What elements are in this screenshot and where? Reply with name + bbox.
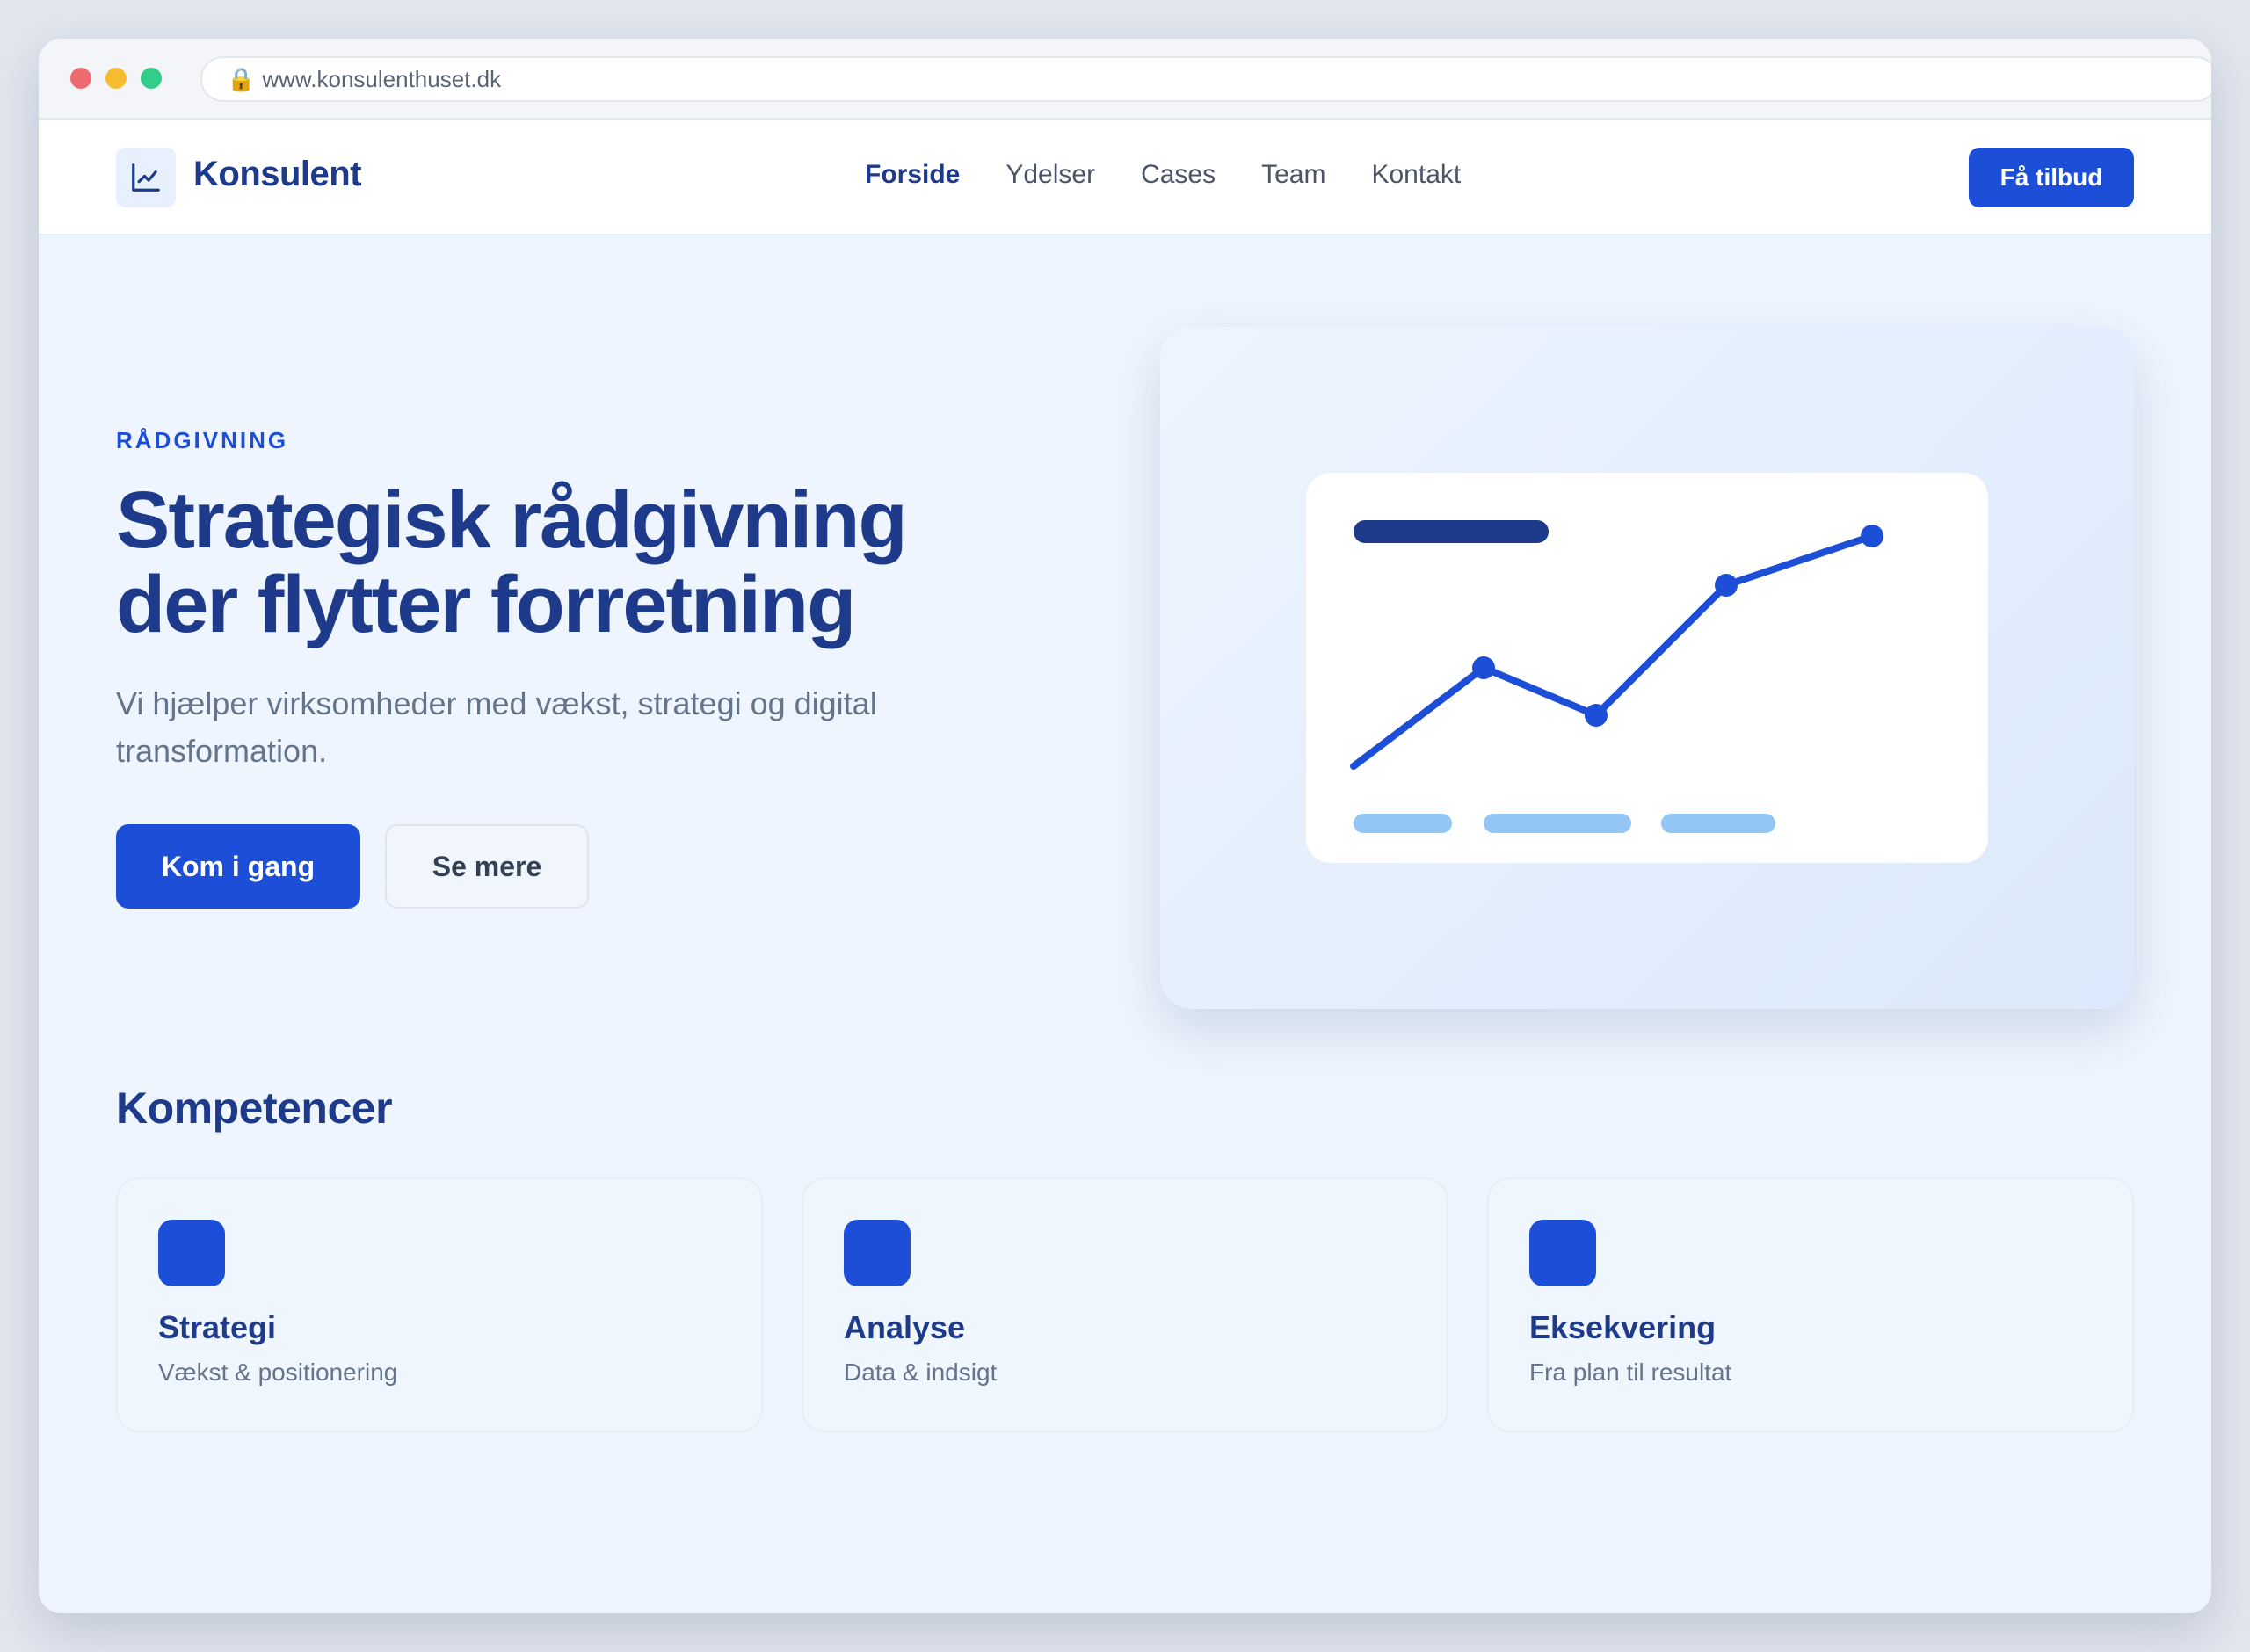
nav-link-kontakt[interactable]: Kontakt (1371, 160, 1461, 190)
brand-name[interactable]: Konsulent (193, 155, 362, 194)
card-title: Strategi (158, 1309, 277, 1345)
illustration-placeholder-bar (1661, 814, 1775, 833)
section-title: Kompetencer (116, 1083, 393, 1133)
nav-link-cases[interactable]: Cases (1141, 160, 1216, 190)
get-quote-button[interactable]: Få tilbud (1969, 148, 2134, 207)
illustration-chart (1350, 520, 1883, 833)
browser-chrome: 🔒 www.konsulenthuset.dk (39, 39, 2211, 120)
illustration-title-bar (1354, 520, 1549, 543)
competence-card-analyse[interactable]: Analyse Data & indsigt (802, 1177, 1448, 1432)
card-description: Data & indsigt (844, 1359, 998, 1386)
hero-subtitle: Vi hjælper virksomheder med vækst, strat… (116, 685, 877, 769)
analysis-icon (844, 1220, 911, 1286)
line-chart-icon (132, 163, 160, 192)
minimize-window-button[interactable] (105, 68, 127, 89)
card-description: Fra plan til resultat (1529, 1359, 1732, 1386)
nav-link-ydelser[interactable]: Ydelser (1005, 160, 1095, 190)
illustration-point (1715, 574, 1738, 597)
nav-link-forside[interactable]: Forside (865, 160, 960, 190)
lock-icon: 🔒 (227, 65, 256, 92)
illustration-trend-line (1350, 533, 1876, 770)
get-started-button[interactable]: Kom i gang (116, 824, 360, 909)
maximize-window-button[interactable] (141, 68, 162, 89)
illustration-point (1472, 656, 1495, 679)
illustration-point (1861, 525, 1883, 547)
execution-icon (1529, 1220, 1596, 1286)
hero-eyebrow: RÅDGIVNING (116, 427, 289, 453)
strategy-icon (158, 1220, 225, 1286)
main-nav: Forside Ydelser Cases Team Kontakt (865, 160, 1461, 190)
address-bar[interactable]: 🔒 www.konsulenthuset.dk (200, 56, 2211, 102)
card-title: Eksekvering (1529, 1309, 1717, 1345)
browser-window: 🔒 www.konsulenthuset.dk Konsulent Forsid… (39, 39, 2211, 1613)
hero-headline-line-1: Strategisk rådgivning (116, 475, 908, 565)
competence-card-eksekvering[interactable]: Eksekvering Fra plan til resultat (1487, 1177, 2134, 1432)
site-header: Konsulent Forside Ydelser Cases Team Kon… (39, 120, 2211, 235)
card-description: Vækst & positionering (158, 1359, 398, 1386)
illustration-point (1585, 704, 1608, 727)
close-window-button[interactable] (70, 68, 91, 89)
logo[interactable] (116, 148, 176, 207)
illustration-placeholder-bar (1484, 814, 1631, 833)
illustration-placeholder-bar (1354, 814, 1452, 833)
nav-link-team[interactable]: Team (1261, 160, 1325, 190)
illustration-chart-card (1306, 473, 1988, 863)
hero-headline: Strategisk rådgivning der flytter forret… (116, 478, 995, 647)
card-title: Analyse (844, 1309, 966, 1345)
hero-illustration (1160, 327, 2134, 1009)
see-more-button[interactable]: Se mere (385, 824, 589, 909)
url-text: www.konsulenthuset.dk (262, 65, 502, 92)
hero-headline-line-2: der flytter forretning (116, 560, 856, 649)
competence-card-strategi[interactable]: Strategi Vækst & positionering (116, 1177, 763, 1432)
